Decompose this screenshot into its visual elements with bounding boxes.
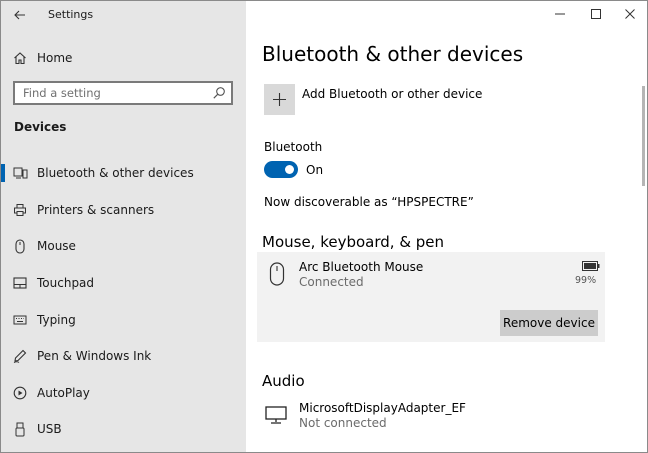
search-icon[interactable] bbox=[212, 86, 226, 100]
home-label: Home bbox=[37, 51, 73, 65]
sidebar-item-touchpad[interactable]: Touchpad bbox=[1, 268, 246, 298]
device-status: Connected bbox=[299, 275, 364, 289]
device-item-display-adapter[interactable]: MicrosoftDisplayAdapter_EF Not connected bbox=[257, 395, 605, 435]
maximize-button[interactable] bbox=[578, 1, 614, 27]
sidebar-item-label: Typing bbox=[37, 313, 76, 327]
mouse-icon bbox=[12, 238, 28, 254]
usb-icon bbox=[12, 421, 28, 437]
battery-icon bbox=[582, 261, 600, 271]
back-arrow-icon bbox=[14, 10, 25, 20]
sidebar-item-label: Printers & scanners bbox=[37, 203, 155, 217]
bluetooth-devices-icon bbox=[12, 165, 28, 181]
maximize-icon bbox=[591, 9, 601, 19]
sidebar-item-mouse[interactable]: Mouse bbox=[1, 231, 246, 261]
sidebar-item-bluetooth[interactable]: Bluetooth & other devices bbox=[1, 158, 246, 188]
sidebar-item-label: USB bbox=[37, 422, 62, 436]
main-content: Bluetooth & other devices Add Bluetooth … bbox=[246, 1, 647, 452]
touchpad-icon bbox=[12, 275, 28, 291]
device-status: Not connected bbox=[299, 416, 387, 430]
app-title: Settings bbox=[48, 8, 94, 21]
sidebar-item-typing[interactable]: Typing bbox=[1, 305, 246, 335]
back-button[interactable] bbox=[9, 5, 31, 25]
sidebar-item-label: Mouse bbox=[37, 239, 76, 253]
sidebar-item-usb[interactable]: USB bbox=[1, 414, 246, 444]
toggle-knob bbox=[285, 165, 294, 174]
sidebar-item-label: Pen & Windows Ink bbox=[37, 349, 152, 363]
plus-icon bbox=[273, 93, 286, 106]
page-title: Bluetooth & other devices bbox=[262, 42, 524, 66]
remove-device-button[interactable]: Remove device bbox=[500, 310, 598, 336]
battery-percentage: 99% bbox=[575, 275, 597, 286]
monitor-icon bbox=[265, 402, 287, 428]
settings-window: Settings Home Devices Bluetooth & other … bbox=[0, 0, 648, 453]
scrollbar-thumb[interactable] bbox=[642, 86, 645, 186]
discoverable-text: Now discoverable as “HPSPECTRE” bbox=[264, 195, 474, 209]
bluetooth-label: Bluetooth bbox=[264, 140, 323, 154]
group-heading-audio: Audio bbox=[262, 372, 305, 390]
sidebar-item-pen[interactable]: Pen & Windows Ink bbox=[1, 341, 246, 371]
pen-icon bbox=[12, 348, 28, 364]
sidebar-item-label: AutoPlay bbox=[37, 386, 90, 400]
group-heading-input-devices: Mouse, keyboard, & pen bbox=[262, 233, 445, 251]
search-input[interactable] bbox=[15, 83, 205, 103]
sidebar-section-title: Devices bbox=[14, 120, 67, 134]
sidebar-item-printers[interactable]: Printers & scanners bbox=[1, 195, 246, 225]
search-box[interactable] bbox=[13, 81, 233, 105]
autoplay-icon bbox=[12, 385, 28, 401]
printer-icon bbox=[12, 202, 28, 218]
device-card-arc-mouse[interactable]: Arc Bluetooth Mouse Connected 99% Remove… bbox=[257, 252, 605, 342]
title-bar-left: Settings bbox=[1, 1, 246, 31]
close-button[interactable] bbox=[612, 1, 647, 27]
minimize-icon bbox=[555, 13, 565, 15]
sidebar-item-home[interactable]: Home bbox=[1, 45, 246, 71]
close-icon bbox=[625, 9, 635, 19]
sidebar-item-label: Touchpad bbox=[37, 276, 95, 290]
sidebar: Settings Home Devices Bluetooth & other … bbox=[1, 1, 246, 452]
bluetooth-state: On bbox=[306, 163, 324, 177]
keyboard-icon bbox=[12, 312, 28, 328]
active-indicator bbox=[1, 164, 5, 182]
add-device-button[interactable] bbox=[264, 84, 295, 115]
device-name: Arc Bluetooth Mouse bbox=[299, 260, 424, 274]
home-icon bbox=[12, 50, 28, 66]
sidebar-item-autoplay[interactable]: AutoPlay bbox=[1, 378, 246, 408]
minimize-button[interactable] bbox=[542, 1, 578, 27]
bluetooth-toggle[interactable] bbox=[264, 161, 298, 178]
sidebar-item-label: Bluetooth & other devices bbox=[37, 166, 194, 180]
add-device-label[interactable]: Add Bluetooth or other device bbox=[302, 87, 482, 101]
device-name: MicrosoftDisplayAdapter_EF bbox=[299, 401, 466, 415]
mouse-icon bbox=[266, 261, 288, 287]
